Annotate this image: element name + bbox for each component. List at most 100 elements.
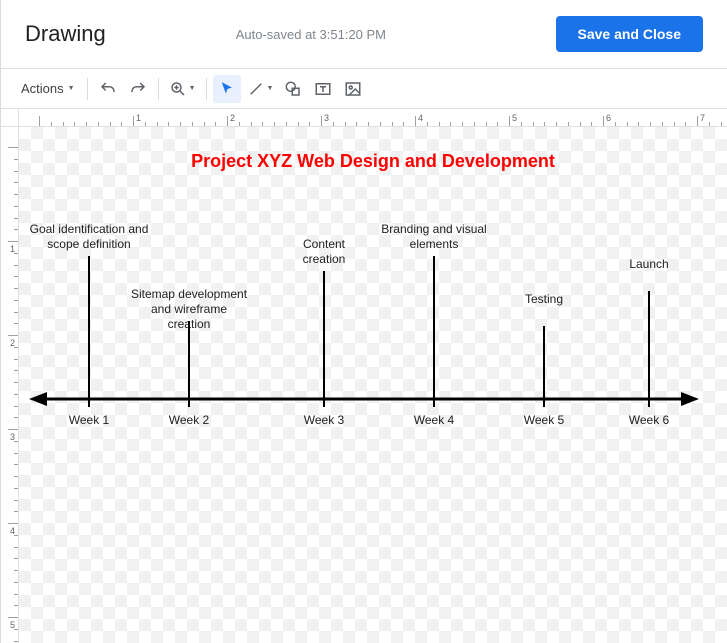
- ruler-tick: [580, 122, 581, 126]
- ruler-tick: [14, 570, 18, 571]
- ruler-tick: [8, 241, 18, 242]
- undo-button[interactable]: [94, 75, 122, 103]
- ruler-tick: [14, 453, 18, 454]
- shape-tool-button[interactable]: [279, 75, 307, 103]
- redo-button[interactable]: [124, 75, 152, 103]
- ruler-tick: [14, 323, 18, 324]
- timeline-item-label[interactable]: Launch: [609, 257, 689, 272]
- ruler-tick: [380, 122, 381, 126]
- ruler-tick: [133, 116, 134, 126]
- ruler-tick: [14, 406, 18, 407]
- timeline-week-label[interactable]: Week 6: [629, 413, 669, 427]
- ruler-label: 4: [418, 113, 423, 123]
- ruler-tick: [356, 122, 357, 126]
- actions-menu-button[interactable]: Actions ▼: [15, 75, 81, 103]
- ruler-tick: [168, 122, 169, 126]
- ruler-tick: [14, 417, 18, 418]
- toolbar: Actions ▼ ▼ ▼: [1, 69, 727, 109]
- image-tool-button[interactable]: [339, 75, 367, 103]
- zoom-menu-button[interactable]: ▼: [165, 75, 200, 103]
- ruler-tick: [204, 122, 205, 126]
- ruler-label: 3: [10, 432, 15, 442]
- timeline-week-label[interactable]: Week 3: [304, 413, 344, 427]
- work-area: 1234567 12345 Project XYZ Web Design and…: [1, 109, 727, 643]
- ruler-tick: [415, 116, 416, 126]
- ruler-tick: [14, 605, 18, 606]
- ruler-tick: [345, 122, 346, 126]
- ruler-tick: [74, 122, 75, 126]
- ruler-tick: [121, 122, 122, 126]
- ruler-tick: [556, 122, 557, 126]
- ruler-tick: [14, 582, 18, 583]
- ruler-tick: [709, 122, 710, 126]
- ruler-tick: [51, 122, 52, 126]
- timeline-item-label[interactable]: Testing: [504, 292, 584, 307]
- ruler-tick: [721, 122, 722, 126]
- ruler-tick: [86, 122, 87, 126]
- image-icon: [344, 80, 362, 98]
- ruler-label: 5: [10, 620, 15, 630]
- ruler-tick: [110, 122, 111, 126]
- ruler-tick: [333, 122, 334, 126]
- ruler-tick: [192, 122, 193, 126]
- timeline-week-label[interactable]: Week 4: [414, 413, 454, 427]
- timeline-svg: [19, 127, 727, 643]
- ruler-tick: [474, 122, 475, 126]
- timeline-week-label[interactable]: Week 1: [69, 413, 109, 427]
- line-tool-button[interactable]: ▼: [243, 75, 278, 103]
- ruler-tick: [39, 116, 40, 126]
- ruler-tick: [638, 122, 639, 126]
- ruler-tick: [427, 122, 428, 126]
- timeline-week-label[interactable]: Week 2: [169, 413, 209, 427]
- ruler-tick: [8, 147, 18, 148]
- ruler-tick: [274, 122, 275, 126]
- ruler-tick: [14, 359, 18, 360]
- ruler-tick: [697, 116, 698, 126]
- ruler-label: 1: [136, 113, 141, 123]
- ruler-tick: [157, 122, 158, 126]
- ruler-tick: [14, 194, 18, 195]
- ruler-tick: [662, 122, 663, 126]
- timeline-item-label[interactable]: Goal identification and scope definition: [19, 222, 159, 252]
- ruler-tick: [521, 122, 522, 126]
- ruler-tick: [14, 288, 18, 289]
- timeline-item-label[interactable]: Branding and visual elements: [379, 222, 489, 252]
- ruler-tick: [8, 429, 18, 430]
- ruler-tick: [591, 122, 592, 126]
- ruler-tick: [450, 122, 451, 126]
- ruler-tick: [321, 116, 322, 126]
- ruler-label: 5: [512, 113, 517, 123]
- chevron-down-icon: ▼: [68, 85, 75, 92]
- ruler-tick: [544, 122, 545, 126]
- toolbar-separator: [87, 78, 88, 100]
- ruler-tick: [227, 116, 228, 126]
- ruler-tick: [215, 122, 216, 126]
- drawing-title-text[interactable]: Project XYZ Web Design and Development: [19, 151, 727, 172]
- ruler-tick: [14, 558, 18, 559]
- ruler-tick: [14, 182, 18, 183]
- timeline-item-label[interactable]: Content creation: [284, 237, 364, 267]
- cursor-icon: [218, 80, 236, 98]
- ruler-tick: [14, 464, 18, 465]
- ruler-tick: [14, 370, 18, 371]
- timeline-item-label[interactable]: Sitemap development and wireframe creati…: [129, 287, 249, 332]
- save-and-close-button[interactable]: Save and Close: [556, 16, 704, 52]
- drawing-canvas[interactable]: Project XYZ Web Design and Development G…: [19, 127, 727, 643]
- chevron-down-icon: ▼: [189, 85, 196, 92]
- dialog-title: Drawing: [25, 21, 106, 47]
- ruler-tick: [533, 122, 534, 126]
- toolbar-separator: [158, 78, 159, 100]
- ruler-tick: [14, 206, 18, 207]
- ruler-tick: [462, 122, 463, 126]
- ruler-tick: [145, 122, 146, 126]
- timeline-week-label[interactable]: Week 5: [524, 413, 564, 427]
- line-icon: [247, 80, 265, 98]
- ruler-tick: [14, 265, 18, 266]
- textbox-tool-button[interactable]: [309, 75, 337, 103]
- ruler-tick: [497, 122, 498, 126]
- ruler-tick: [14, 488, 18, 489]
- ruler-vertical: 12345: [1, 127, 19, 643]
- ruler-tick: [239, 122, 240, 126]
- select-tool-button[interactable]: [213, 75, 241, 103]
- redo-icon: [129, 80, 147, 98]
